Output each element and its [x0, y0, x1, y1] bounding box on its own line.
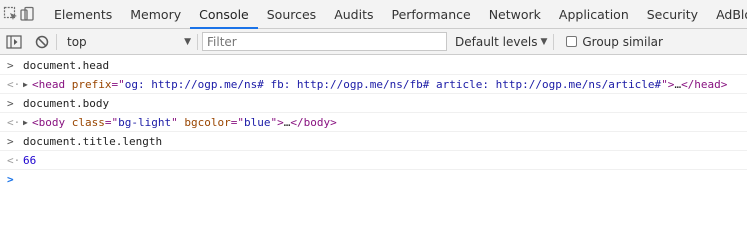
head-attr-eq: =": [111, 78, 125, 91]
context-value: top: [67, 34, 87, 49]
console-command: > document.head: [0, 56, 747, 75]
group-similar-label: Group similar: [582, 34, 663, 49]
device-toolbar-icon: [20, 6, 34, 21]
head-attr-close: ">: [661, 78, 675, 91]
body-open-tag: <body: [32, 116, 66, 129]
head-open-tag: <head: [32, 78, 66, 91]
levels-label: Default levels: [455, 34, 538, 49]
tab-adblock[interactable]: AdBlock: [707, 0, 747, 28]
body-attr-eq: =": [104, 116, 119, 129]
chevron-down-icon: ▼: [540, 36, 548, 47]
filter-input[interactable]: [202, 32, 447, 51]
body-attr-quote: ": [171, 116, 178, 129]
inspect-element-button[interactable]: [3, 0, 19, 28]
clear-console-button[interactable]: [28, 29, 56, 55]
result-arrow-icon: <·: [7, 154, 21, 167]
clear-console-icon: [35, 35, 49, 48]
group-similar-checkbox[interactable]: [566, 36, 578, 47]
result-arrow-icon: <·: [7, 78, 21, 91]
tab-label: Memory: [130, 6, 182, 22]
tab-audits[interactable]: Audits: [325, 0, 382, 28]
devtools-tabbar: Elements Memory Console Sources Audits P…: [0, 0, 747, 29]
console-command: > document.title.length: [0, 132, 747, 151]
chevron-down-icon: ▼: [184, 36, 191, 47]
tab-label: Performance: [391, 6, 471, 22]
expand-triangle-icon[interactable]: ▶: [23, 113, 32, 132]
body-close-tag: </body>: [290, 116, 337, 129]
body-attr1-name: class: [71, 116, 105, 129]
tab-label: Application: [558, 6, 629, 22]
result-arrow-icon: <·: [7, 116, 21, 129]
console-result: <· ▶ <body class="bg-light" bgcolor="blue…: [0, 113, 747, 132]
body-attr-eq: =": [230, 116, 244, 129]
tab-label: Elements: [54, 6, 113, 22]
tab-network[interactable]: Network: [480, 0, 550, 28]
console-prompt[interactable]: >: [0, 170, 747, 189]
console-messages: > document.head <· ▶ <head prefix="og: ht…: [0, 56, 747, 241]
console-sidebar-icon: [6, 34, 22, 49]
console-command: > document.body: [0, 94, 747, 113]
console-toolbar: top ▼ Default levels ▼ Group similar: [0, 29, 747, 55]
console-sidebar-button[interactable]: [0, 29, 28, 55]
toolbar-divider: [197, 33, 198, 50]
tab-security[interactable]: Security: [638, 0, 707, 28]
console-result: <· ▶ <head prefix="og: http://ogp.me/ns# …: [0, 75, 747, 94]
head-attr-name: prefix: [71, 78, 112, 91]
tab-label: Sources: [266, 6, 317, 22]
context-selector[interactable]: top ▼: [57, 32, 197, 52]
body-attr-close: >: [277, 116, 284, 129]
log-levels-dropdown[interactable]: Default levels ▼: [455, 35, 547, 49]
tab-console[interactable]: Console: [190, 0, 258, 29]
command-chevron-icon: >: [7, 135, 14, 148]
toolbar-divider: [553, 33, 555, 50]
command-text: document.body: [23, 97, 110, 110]
console-result: <· 66: [0, 151, 747, 170]
tab-sources[interactable]: Sources: [258, 0, 325, 28]
expand-triangle-icon[interactable]: ▶: [23, 75, 32, 94]
tab-memory[interactable]: Memory: [121, 0, 190, 28]
tab-label: Console: [199, 6, 249, 22]
tab-performance[interactable]: Performance: [382, 0, 479, 28]
head-attr-value: og: http://ogp.me/ns# fb: http://ogp.me/…: [124, 78, 662, 91]
device-toolbar-button[interactable]: [19, 0, 35, 28]
body-attr1-value: bg-light: [118, 116, 172, 129]
body-attr2-value: blue: [243, 116, 271, 129]
tab-application[interactable]: Application: [550, 0, 638, 28]
tab-label: Audits: [334, 6, 374, 22]
prompt-chevron-icon: >: [7, 173, 14, 186]
command-text: document.title.length: [23, 135, 163, 148]
tab-elements[interactable]: Elements: [45, 0, 121, 28]
command-chevron-icon: >: [7, 97, 14, 110]
group-similar-toggle[interactable]: Group similar: [566, 35, 663, 49]
inspect-element-icon: [3, 6, 17, 20]
tab-label: Network: [488, 6, 541, 22]
head-close-tag: </head>: [681, 78, 728, 91]
command-chevron-icon: >: [7, 59, 14, 72]
body-attr2-name: bgcolor: [184, 116, 231, 129]
result-number: 66: [23, 154, 37, 167]
tab-label: Security: [646, 6, 699, 22]
command-text: document.head: [23, 59, 110, 72]
tab-label: AdBlock: [716, 6, 747, 22]
